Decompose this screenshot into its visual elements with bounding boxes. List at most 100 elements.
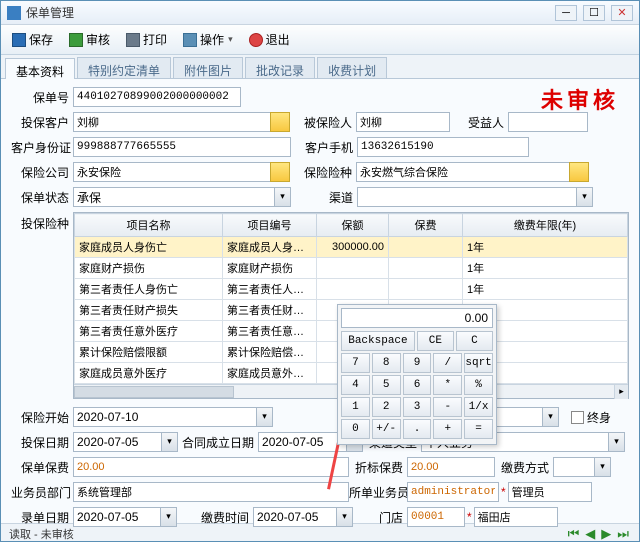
- calc-key-3[interactable]: 3: [403, 397, 432, 417]
- salesman-name-input[interactable]: [508, 482, 592, 502]
- titlebar: 保单管理 ─ ☐ ✕: [1, 1, 639, 25]
- lbl-contract-date: 合同成立日期: [178, 434, 258, 451]
- calc-key-7[interactable]: 7: [341, 353, 370, 373]
- company-input[interactable]: [73, 162, 271, 182]
- exit-icon: [249, 33, 263, 47]
- dept-input[interactable]: [73, 482, 349, 502]
- lbl-state: 保单状态: [11, 189, 73, 206]
- nav-prev[interactable]: ◀: [583, 526, 597, 542]
- grid-col-fee[interactable]: 保费: [389, 214, 463, 237]
- nav-next[interactable]: ▶: [599, 526, 613, 542]
- calc-key-6[interactable]: 6: [403, 375, 432, 395]
- lbl-salesman: 所单业务员: [349, 484, 407, 501]
- store-name-input[interactable]: [474, 507, 558, 527]
- store-id-input[interactable]: [407, 507, 465, 527]
- calc-key-[interactable]: -: [433, 397, 462, 417]
- calc-key-1[interactable]: 1: [341, 397, 370, 417]
- tab-attach[interactable]: 附件图片: [173, 57, 243, 78]
- calc-key-[interactable]: .: [403, 419, 432, 439]
- toolbar: 保存 审核 打印 操作▾ 退出: [1, 25, 639, 55]
- chevron-down-icon: ▾: [228, 34, 233, 45]
- operate-button[interactable]: 操作▾: [176, 27, 240, 52]
- table-row[interactable]: 第三者责任人身伤亡第三者责任人…1年: [75, 279, 628, 300]
- lbl-policy-no: 保单号: [11, 89, 73, 106]
- company-lookup[interactable]: [270, 162, 290, 182]
- tab-feeplan[interactable]: 收费计划: [317, 57, 387, 78]
- lbl-dept: 业务员部门: [11, 484, 73, 501]
- app-window: 保单管理 ─ ☐ ✕ 保存 审核 打印 操作▾ 退出 基本资料 特别约定清单 附…: [0, 0, 640, 542]
- calc-key-ce[interactable]: CE: [417, 331, 454, 351]
- calc-key-[interactable]: %: [464, 375, 493, 395]
- lbl-policy-fee: 保单保费: [11, 459, 73, 476]
- lbl-mobile: 客户手机: [291, 139, 357, 156]
- calc-key-1x[interactable]: 1/x: [464, 397, 493, 417]
- grid-col-amount[interactable]: 保额: [317, 214, 389, 237]
- grid-col-name[interactable]: 项目名称: [75, 214, 223, 237]
- calc-key-[interactable]: /: [433, 353, 462, 373]
- audit-button[interactable]: 审核: [62, 27, 117, 52]
- tab-basic[interactable]: 基本资料: [5, 58, 75, 79]
- lifetime-checkbox[interactable]: [571, 411, 584, 424]
- ins-type-input[interactable]: [356, 162, 570, 182]
- print-button[interactable]: 打印: [119, 27, 174, 52]
- calc-key-[interactable]: *: [433, 375, 462, 395]
- calc-key-[interactable]: =: [464, 419, 493, 439]
- policy-no-input[interactable]: [73, 87, 241, 107]
- calc-key-4[interactable]: 4: [341, 375, 370, 395]
- grid-col-code[interactable]: 项目编号: [223, 214, 317, 237]
- window-title: 保单管理: [26, 4, 74, 21]
- calc-key-9[interactable]: 9: [403, 353, 432, 373]
- calc-key-2[interactable]: 2: [372, 397, 401, 417]
- nav-first[interactable]: ⏮: [566, 526, 582, 542]
- lbl-apply-type: 投保险种: [11, 212, 73, 232]
- grid-col-years[interactable]: 缴费年限(年): [463, 214, 628, 237]
- calc-key-0[interactable]: 0: [341, 419, 370, 439]
- calc-key-sqrt[interactable]: sqrt: [464, 353, 493, 373]
- calc-key-c[interactable]: C: [456, 331, 493, 351]
- lbl-fee-time: 缴费时间: [199, 509, 253, 526]
- form-panel: 未审核 保单号 投保客户 被保险人 受益人 客户身份证 客户手机 保险公司 保险…: [1, 79, 639, 523]
- pay-mode-combo[interactable]: ▾: [553, 457, 611, 477]
- print-icon: [126, 33, 140, 47]
- apply-date[interactable]: 2020-07-05▾: [73, 432, 178, 452]
- ins-start-date[interactable]: 2020-07-10▾: [73, 407, 273, 427]
- input-date[interactable]: 2020-07-05▾: [73, 507, 177, 527]
- audit-status-stamp: 未审核: [541, 83, 619, 115]
- tab-special[interactable]: 特别约定清单: [77, 57, 171, 78]
- lbl-beneficiary: 受益人: [450, 114, 508, 131]
- insured-input[interactable]: [356, 112, 450, 132]
- state-combo[interactable]: 承保▾: [73, 187, 291, 207]
- policy-fee-input[interactable]: [73, 457, 349, 477]
- chevron-down-icon: ▾: [256, 408, 272, 426]
- chevron-down-icon: ▾: [576, 188, 592, 206]
- lbl-pay-mode: 缴费方式: [495, 459, 553, 476]
- tab-bar: 基本资料 特别约定清单 附件图片 批改记录 收费计划: [1, 55, 639, 79]
- minimize-button[interactable]: ─: [555, 5, 577, 21]
- close-button[interactable]: ✕: [611, 5, 633, 21]
- exit-button[interactable]: 退出: [242, 27, 297, 52]
- calc-display: 0.00: [341, 308, 493, 328]
- idcard-input[interactable]: [73, 137, 291, 157]
- channel-combo[interactable]: ▾: [357, 187, 593, 207]
- table-row[interactable]: 家庭财产损伤家庭财产损伤1年: [75, 258, 628, 279]
- lbl-channel: 渠道: [291, 189, 357, 206]
- calc-key-8[interactable]: 8: [372, 353, 401, 373]
- ins-type-lookup[interactable]: [569, 162, 589, 182]
- salesman-id-input[interactable]: [407, 482, 499, 502]
- fee-time[interactable]: 2020-07-05▾: [253, 507, 353, 527]
- calc-key-[interactable]: +/-: [372, 419, 401, 439]
- tab-amend[interactable]: 批改记录: [245, 57, 315, 78]
- chevron-down-icon: ▾: [274, 188, 290, 206]
- calc-key-5[interactable]: 5: [372, 375, 401, 395]
- save-button[interactable]: 保存: [5, 27, 60, 52]
- calc-key-backspace[interactable]: Backspace: [341, 331, 415, 351]
- maximize-button[interactable]: ☐: [583, 5, 605, 21]
- mobile-input[interactable]: [357, 137, 529, 157]
- customer-input[interactable]: [73, 112, 271, 132]
- customer-lookup[interactable]: [270, 112, 290, 132]
- std-fee-input[interactable]: [407, 457, 495, 477]
- beneficiary-input[interactable]: [508, 112, 588, 132]
- nav-last[interactable]: ⏭: [615, 526, 631, 542]
- table-row[interactable]: 家庭成员人身伤亡家庭成员人身…300000.001年: [75, 237, 628, 258]
- calc-key-[interactable]: +: [433, 419, 462, 439]
